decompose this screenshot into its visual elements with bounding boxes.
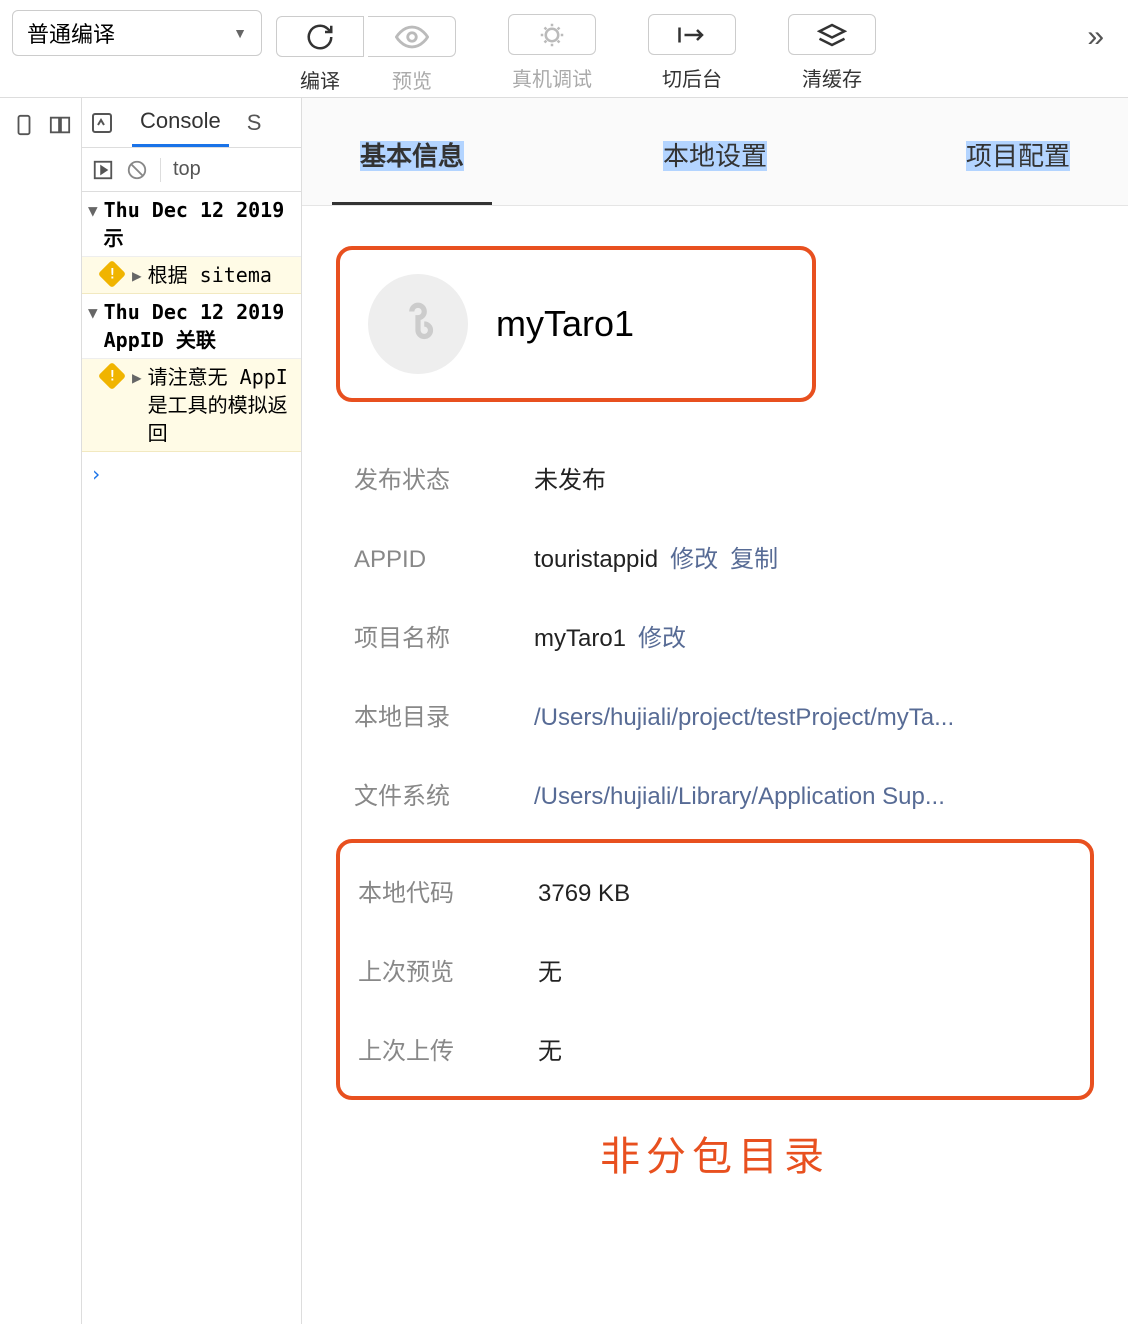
localdir-value[interactable]: /Users/hujiali/project/testProject/myTa.… xyxy=(534,704,954,732)
log-timestamp: Thu Dec 12 2019 xyxy=(104,196,285,224)
info-rows: 发布状态 未发布 APPID touristappid 修改 复制 项目名称 m… xyxy=(336,438,1094,1100)
publish-label: 发布状态 xyxy=(354,460,534,495)
compile-label: 编译 xyxy=(300,65,340,94)
realdevice-label: 真机调试 xyxy=(512,63,592,92)
detail-body: myTaro1 发布状态 未发布 APPID touristappid 修改 复… xyxy=(302,206,1128,1324)
chevron-double-right-icon: » xyxy=(1087,20,1104,53)
localcode-label: 本地代码 xyxy=(358,873,538,908)
row-last-preview: 上次预览 无 xyxy=(340,930,1090,1009)
eye-icon xyxy=(395,25,429,49)
warning-text: 根据 sitema xyxy=(148,261,272,289)
tab-sources-cut[interactable]: S xyxy=(247,110,262,136)
row-file-system: 文件系统 /Users/hujiali/Library/Application … xyxy=(336,754,1094,833)
caret-right-icon: ▶ xyxy=(132,265,142,287)
lastpreview-value: 无 xyxy=(538,952,562,987)
clearcache-label: 清缓存 xyxy=(802,63,862,92)
code-size-highlight: 本地代码 3769 KB 上次预览 无 上次上传 无 xyxy=(336,839,1094,1100)
lastpreview-label: 上次预览 xyxy=(358,952,538,987)
localdir-label: 本地目录 xyxy=(354,697,534,732)
appid-value: touristappid xyxy=(534,546,658,574)
miniprogram-icon xyxy=(393,299,443,349)
top-toolbar: 普通编译 ▼ 编译 预览 xyxy=(0,0,1128,98)
appid-modify-link[interactable]: 修改 xyxy=(670,539,718,574)
row-appid: APPID touristappid 修改 复制 xyxy=(336,517,1094,596)
tab-basic-info[interactable]: 基本信息 xyxy=(352,98,472,205)
warning-icon xyxy=(98,260,126,288)
context-selector[interactable]: top xyxy=(173,158,201,181)
console-messages: ▼ Thu Dec 12 2019 示 ▶ 根据 sitema ▼ Thu De… xyxy=(82,192,301,496)
row-local-dir: 本地目录 /Users/hujiali/project/testProject/… xyxy=(336,675,1094,754)
tab-console[interactable]: Console xyxy=(132,98,229,147)
row-last-upload: 上次上传 无 xyxy=(340,1009,1090,1088)
detail-tabs: 基本信息 本地设置 项目配置 xyxy=(302,98,1128,206)
warning-entry[interactable]: ▶ 请注意无 AppI 是工具的模拟返回 xyxy=(82,359,301,452)
devtools-tabs: Console S xyxy=(82,98,301,148)
background-label: 切后台 xyxy=(662,63,722,92)
compile-mode-label: 普通编译 xyxy=(27,17,115,49)
console-prompt[interactable]: › xyxy=(82,452,301,496)
bug-icon xyxy=(537,20,567,50)
background-button[interactable]: 切后台 xyxy=(646,8,738,92)
overflow-button[interactable]: » xyxy=(1087,20,1116,54)
projname-label: 项目名称 xyxy=(354,618,534,653)
compile-button[interactable]: 编译 xyxy=(274,10,366,94)
play-box-icon[interactable] xyxy=(92,159,114,181)
projname-value: myTaro1 xyxy=(534,625,626,653)
clear-icon[interactable] xyxy=(126,159,148,181)
filesys-value[interactable]: /Users/hujiali/Library/Application Sup..… xyxy=(534,783,945,811)
log-entry[interactable]: ▼ Thu Dec 12 2019 AppID 关联 xyxy=(82,294,301,359)
caret-right-icon: ▶ xyxy=(132,367,142,389)
appid-label: APPID xyxy=(354,546,534,574)
tab-project-config[interactable]: 项目配置 xyxy=(958,98,1078,205)
panels-icon[interactable] xyxy=(49,114,71,136)
layers-icon xyxy=(817,22,847,48)
warning-entry[interactable]: ▶ 根据 sitema xyxy=(82,257,301,294)
phone-icon[interactable] xyxy=(13,114,35,136)
log-entry[interactable]: ▼ Thu Dec 12 2019 示 xyxy=(82,192,301,257)
warning-text: 是工具的模拟返回 xyxy=(148,391,295,447)
warning-icon xyxy=(98,362,126,390)
caret-down-icon: ▼ xyxy=(88,200,98,222)
localcode-value: 3769 KB xyxy=(538,880,630,908)
detail-panel: 基本信息 本地设置 项目配置 myTaro1 发布状 xyxy=(302,98,1128,1324)
preview-button[interactable]: 预览 xyxy=(366,10,458,94)
row-local-code: 本地代码 3769 KB xyxy=(340,851,1090,930)
main-area: Console S top ▼ Thu Dec 12 2019 示 xyxy=(0,98,1128,1324)
publish-value: 未发布 xyxy=(534,460,606,495)
app-header-highlight: myTaro1 xyxy=(336,246,816,402)
compile-preview-group: 编译 预览 xyxy=(274,10,458,94)
compile-mode-dropdown[interactable]: 普通编译 ▼ xyxy=(12,10,262,56)
appid-copy-link[interactable]: 复制 xyxy=(730,539,778,574)
warning-text: 请注意无 AppI xyxy=(148,363,295,391)
console-toolbar: top xyxy=(82,148,301,192)
tab-right-icon xyxy=(677,25,707,45)
lastupload-value: 无 xyxy=(538,1031,562,1066)
log-timestamp: Thu Dec 12 2019 xyxy=(104,298,285,326)
app-name: myTaro1 xyxy=(496,303,634,345)
left-icon-strip xyxy=(0,98,82,1324)
filesys-label: 文件系统 xyxy=(354,776,534,811)
tab-local-settings[interactable]: 本地设置 xyxy=(655,98,775,205)
refresh-icon xyxy=(305,22,335,52)
log-text: 示 xyxy=(104,224,285,252)
chevron-down-icon: ▼ xyxy=(233,25,247,41)
log-text: AppID 关联 xyxy=(104,326,285,354)
inspect-icon[interactable] xyxy=(90,111,114,135)
console-panel: Console S top ▼ Thu Dec 12 2019 示 xyxy=(82,98,302,1324)
prompt-caret-icon: › xyxy=(90,460,102,488)
app-avatar xyxy=(368,274,468,374)
lastupload-label: 上次上传 xyxy=(358,1031,538,1066)
realdevice-button[interactable]: 真机调试 xyxy=(506,8,598,92)
row-publish-status: 发布状态 未发布 xyxy=(336,438,1094,517)
annotation-text: 非分包目录 xyxy=(336,1124,1094,1182)
preview-label: 预览 xyxy=(392,65,432,94)
clearcache-button[interactable]: 清缓存 xyxy=(786,8,878,92)
caret-down-icon: ▼ xyxy=(88,302,98,324)
projname-modify-link[interactable]: 修改 xyxy=(638,618,686,653)
row-project-name: 项目名称 myTaro1 修改 xyxy=(336,596,1094,675)
